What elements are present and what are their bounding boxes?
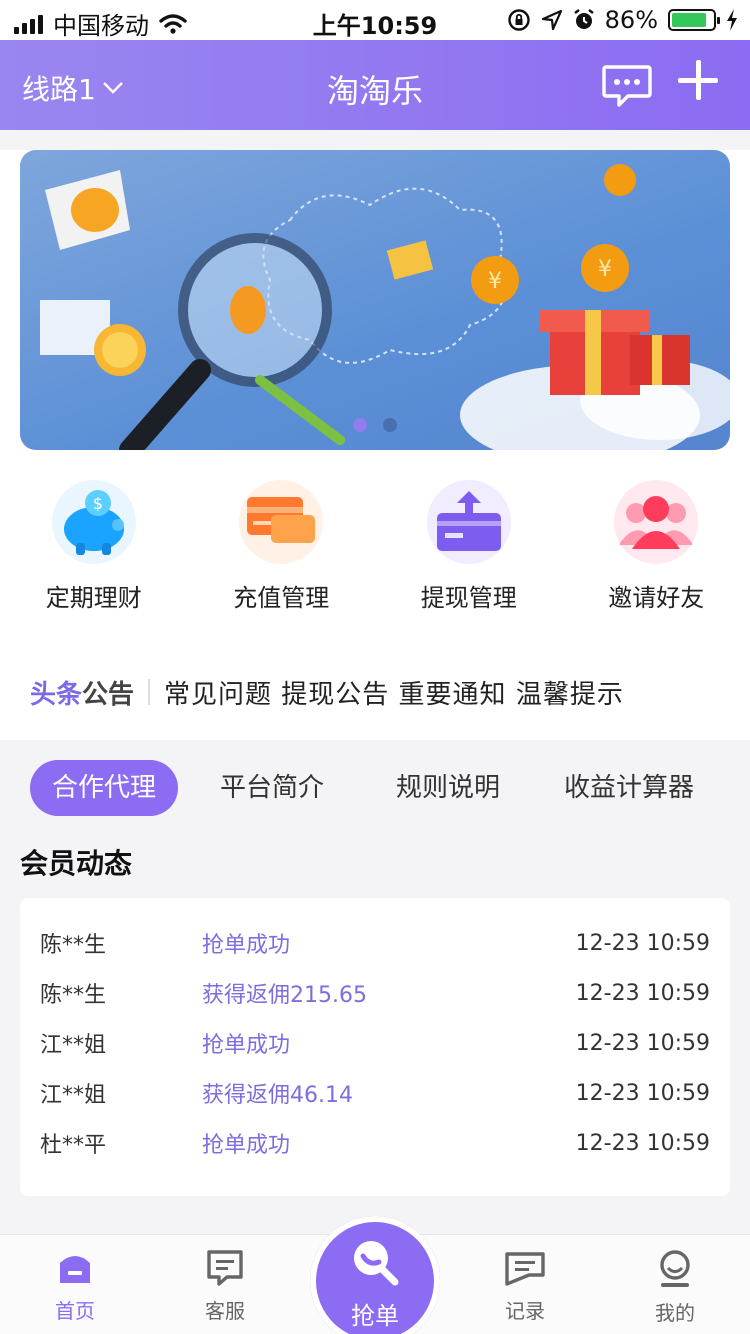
battery-percent: 86% bbox=[604, 6, 658, 34]
withdraw-icon bbox=[426, 480, 511, 564]
member-name: 江**姐 bbox=[40, 1033, 107, 1058]
svg-text:$: $ bbox=[93, 494, 103, 513]
menu-item-invite[interactable]: 邀请好友 bbox=[563, 480, 750, 620]
piggy-bank-icon: $ bbox=[51, 480, 136, 564]
tabbar-mine[interactable]: 我的 bbox=[630, 1249, 720, 1326]
app-screen: 中国移动 上午10:59 86% 线路1 淘淘乐 ¥ ¥ $ 定期理财 充值管理… bbox=[0, 0, 750, 1334]
member-name: 陈**生 bbox=[40, 983, 107, 1008]
feature-menu: $ 定期理财 充值管理 提现管理 邀请好友 bbox=[0, 480, 750, 620]
card-icon bbox=[239, 480, 324, 564]
menu-label: 定期理财 bbox=[45, 584, 142, 612]
tabbar-records[interactable]: 记录 bbox=[480, 1249, 570, 1324]
promo-banner[interactable]: ¥ ¥ bbox=[20, 150, 730, 450]
section-title: 会员动态 bbox=[20, 847, 133, 880]
member-time: 12-23 10:59 bbox=[575, 1030, 710, 1056]
member-action: 抢单成功 bbox=[202, 1033, 291, 1058]
app-header: 线路1 淘淘乐 bbox=[0, 40, 750, 130]
grab-label: 抢单 bbox=[351, 1302, 399, 1330]
menu-label: 充值管理 bbox=[233, 584, 330, 612]
menu-item-withdraw[interactable]: 提现管理 bbox=[375, 480, 563, 620]
tab-platform-intro[interactable]: 平台简介 bbox=[202, 760, 342, 816]
search-icon bbox=[354, 1241, 399, 1286]
announcement-bar[interactable]: 头条公告 常见问题 提现公告 重要通知 温馨提示 bbox=[0, 662, 750, 722]
tabbar-label: 首页 bbox=[55, 1299, 95, 1323]
tabbar-label: 我的 bbox=[655, 1301, 695, 1325]
member-action: 抢单成功 bbox=[202, 1133, 291, 1158]
announcement-text[interactable]: 常见问题 提现公告 重要通知 温馨提示 bbox=[164, 674, 624, 711]
location-icon bbox=[541, 9, 562, 31]
message-icon[interactable] bbox=[602, 64, 652, 108]
rotation-lock-icon bbox=[507, 9, 530, 31]
member-action: 获得返佣46.14 bbox=[202, 1083, 353, 1108]
member-name: 杜**平 bbox=[40, 1133, 107, 1158]
member-action: 获得返佣215.65 bbox=[202, 983, 367, 1008]
home-icon bbox=[60, 1256, 90, 1283]
alarm-icon bbox=[573, 9, 594, 29]
member-name: 江**姐 bbox=[40, 1083, 107, 1108]
tabbar-label: 客服 bbox=[205, 1299, 245, 1323]
svg-text:¥: ¥ bbox=[488, 269, 502, 294]
battery-icon bbox=[668, 9, 720, 31]
chat-icon bbox=[207, 1250, 243, 1286]
status-right: 86% bbox=[507, 6, 738, 34]
status-bar: 中国移动 上午10:59 86% bbox=[0, 0, 750, 40]
banner-pagination[interactable] bbox=[20, 418, 730, 432]
tab-profit-calculator[interactable]: 收益计算器 bbox=[546, 760, 712, 816]
menu-label: 提现管理 bbox=[420, 584, 517, 612]
tabbar-home[interactable]: 首页 bbox=[30, 1249, 120, 1324]
charging-icon bbox=[727, 9, 737, 31]
info-tabs: 合作代理 平台简介 规则说明 收益计算器 bbox=[0, 758, 750, 818]
member-time: 12-23 10:59 bbox=[575, 1080, 710, 1106]
member-feed: 陈**生 抢单成功 12-23 10:59 陈**生 获得返佣215.65 12… bbox=[20, 898, 730, 1196]
member-name: 陈**生 bbox=[40, 933, 107, 958]
tab-rules[interactable]: 规则说明 bbox=[378, 760, 518, 816]
feed-row: 陈**生 获得返佣215.65 12-23 10:59 bbox=[20, 968, 730, 1018]
feed-row: 陈**生 抢单成功 12-23 10:59 bbox=[20, 918, 730, 968]
add-icon[interactable] bbox=[678, 60, 718, 100]
member-time: 12-23 10:59 bbox=[575, 980, 710, 1006]
tag-part-a: 头条 bbox=[30, 679, 83, 710]
grab-order-button[interactable]: 抢单 bbox=[310, 1216, 440, 1334]
banner-dot[interactable] bbox=[353, 418, 367, 432]
tab-agency[interactable]: 合作代理 bbox=[30, 760, 179, 816]
member-time: 12-23 10:59 bbox=[575, 1130, 710, 1156]
member-time: 12-23 10:59 bbox=[575, 930, 710, 956]
tabbar-label: 记录 bbox=[505, 1299, 545, 1323]
menu-item-fixed-investment[interactable]: $ 定期理财 bbox=[0, 480, 188, 620]
banner-illustration: ¥ ¥ bbox=[40, 164, 730, 450]
records-icon bbox=[505, 1252, 545, 1286]
feed-row: 杜**平 抢单成功 12-23 10:59 bbox=[20, 1118, 730, 1168]
menu-item-recharge[interactable]: 充值管理 bbox=[188, 480, 376, 620]
battery-fill bbox=[672, 13, 707, 27]
divider bbox=[148, 679, 151, 705]
banner-dot[interactable] bbox=[383, 418, 397, 432]
headline-tag: 头条公告 bbox=[30, 674, 134, 711]
tabbar-service[interactable]: 客服 bbox=[180, 1249, 270, 1324]
menu-label: 邀请好友 bbox=[608, 584, 705, 612]
friends-icon bbox=[614, 480, 699, 564]
feed-row: 江**姐 抢单成功 12-23 10:59 bbox=[20, 1018, 730, 1068]
member-action: 抢单成功 bbox=[202, 933, 291, 958]
tag-part-b: 公告 bbox=[82, 679, 135, 710]
feed-row: 江**姐 获得返佣46.14 12-23 10:59 bbox=[20, 1068, 730, 1118]
svg-text:¥: ¥ bbox=[598, 257, 612, 282]
profile-icon bbox=[660, 1250, 690, 1287]
